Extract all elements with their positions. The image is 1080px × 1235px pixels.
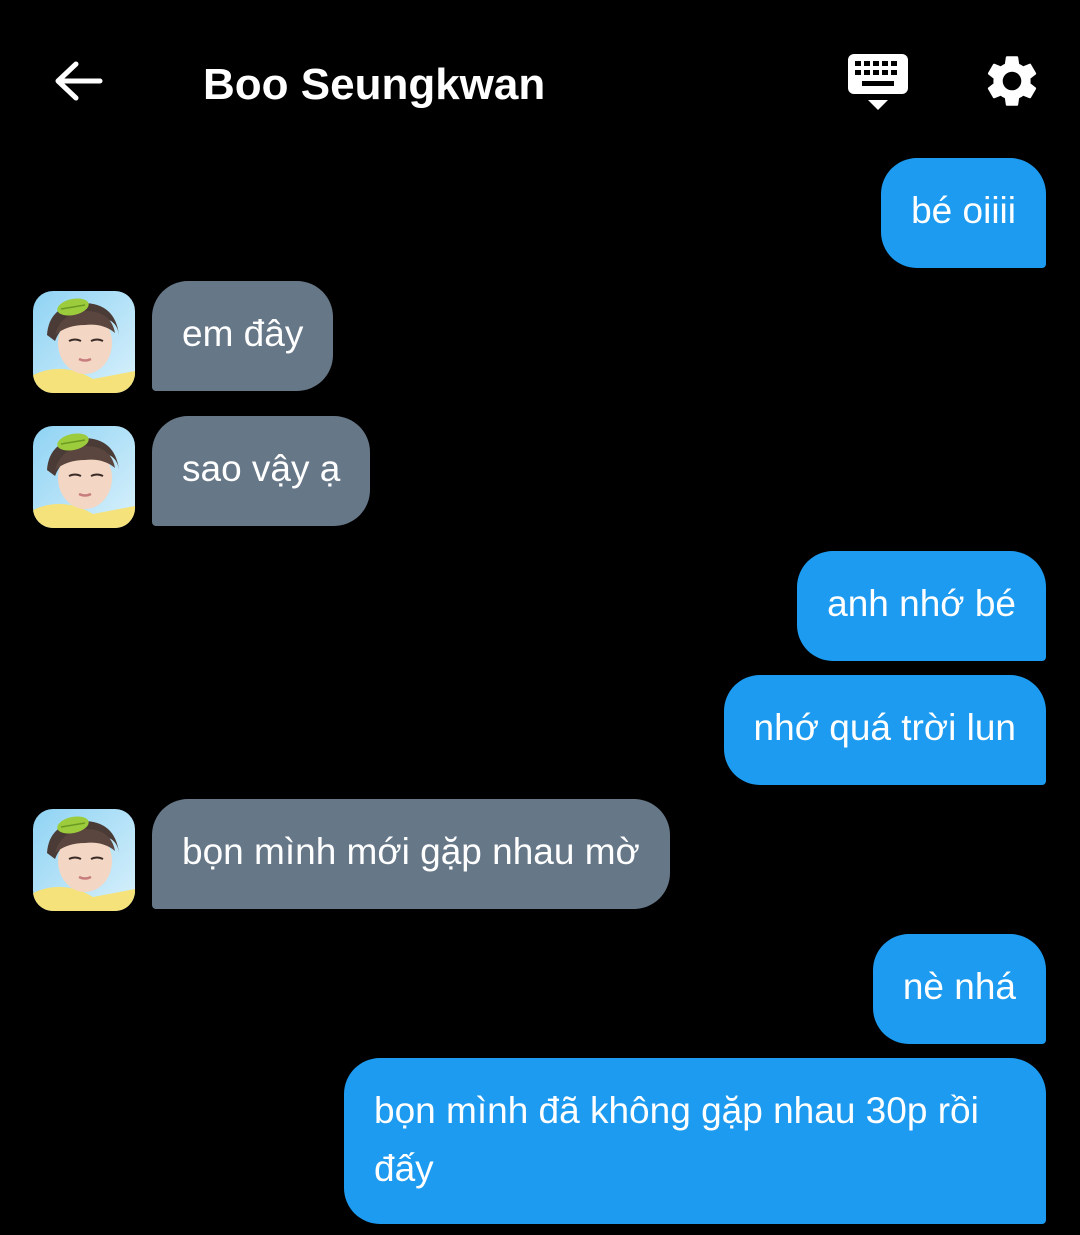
contact-avatar[interactable] [33, 809, 135, 911]
message-outgoing[interactable]: nhớ quá trời lun [723, 675, 1046, 785]
contact-avatar[interactable] [33, 291, 135, 393]
message-text: nè nhá [902, 966, 1016, 1007]
settings-button[interactable] [981, 50, 1043, 112]
message-text: sao vậy ạ [182, 448, 341, 489]
message-text: anh nhớ bé [827, 583, 1016, 624]
message-incoming[interactable]: sao vậy ạ [152, 416, 371, 526]
message-text: nhớ quá trời lun [753, 707, 1016, 748]
message-incoming[interactable]: bọn mình mới gặp nhau mờ [152, 799, 670, 909]
contact-name: Boo Seungkwan [203, 60, 546, 109]
chat-header: Boo Seungkwan [0, 0, 1080, 150]
message-text: bọn mình đã không gặp nhau 30p rồi đấy [374, 1090, 979, 1189]
message-outgoing[interactable]: bọn mình đã không gặp nhau 30p rồi đấy [344, 1058, 1046, 1224]
message-outgoing[interactable]: anh nhớ bé [797, 551, 1046, 661]
arrow-left-icon [55, 61, 103, 101]
keyboard-toggle-button[interactable] [846, 50, 910, 114]
contact-avatar[interactable] [33, 426, 135, 528]
keyboard-icon [848, 54, 908, 110]
back-button[interactable] [50, 52, 108, 110]
message-outgoing[interactable]: bé oiiii [881, 158, 1046, 268]
message-text: em đây [182, 313, 304, 354]
message-incoming[interactable]: em đây [152, 281, 334, 391]
message-text: bé oiiii [911, 190, 1016, 231]
gear-icon [987, 56, 1037, 106]
message-outgoing[interactable]: nè nhá [872, 934, 1046, 1044]
message-text: bọn mình mới gặp nhau mờ [182, 831, 640, 872]
